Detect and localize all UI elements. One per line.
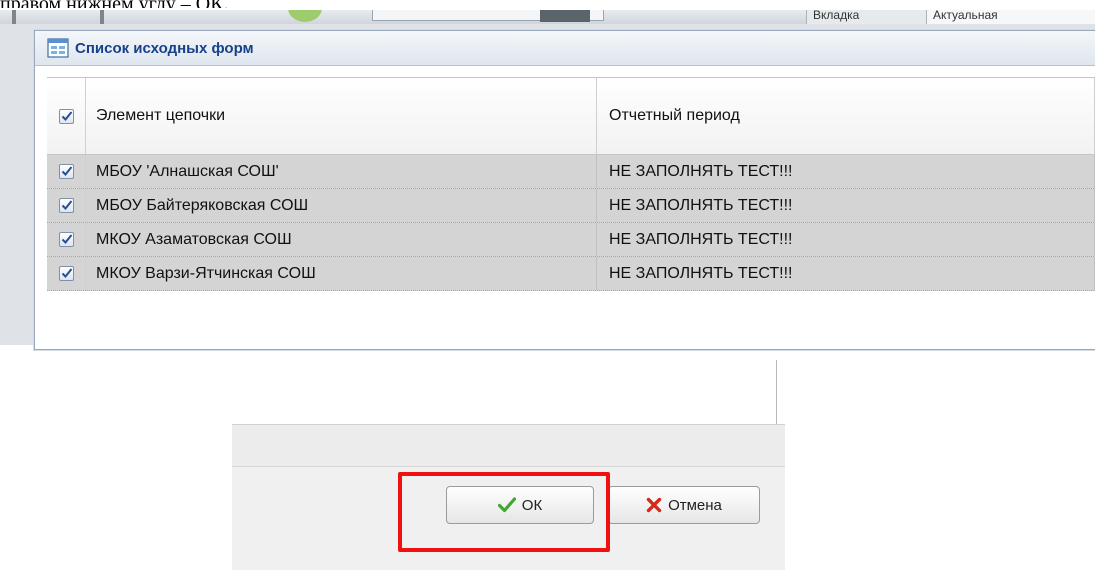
row-checkbox-cell (47, 155, 86, 188)
cell-period: НЕ ЗАПОЛНЯТЬ ТЕСТ!!! (597, 223, 1095, 256)
footer-status-bar (232, 424, 785, 467)
cell-element: МБОУ Байтеряковская СОШ (86, 189, 597, 222)
background-separator (100, 10, 104, 24)
window-grid-icon (47, 38, 69, 58)
background-separator (12, 10, 16, 24)
table-row[interactable]: МБОУ 'Алнашская СОШ' НЕ ЗАПОЛНЯТЬ ТЕСТ!!… (47, 155, 1095, 189)
dialog-title: Список исходных форм (75, 39, 254, 57)
cell-element: МБОУ 'Алнашская СОШ' (86, 155, 597, 188)
cell-element: МКОУ Варзи-Ятчинская СОШ (86, 257, 597, 290)
column-header-element[interactable]: Элемент цепочки (86, 78, 597, 154)
row-checkbox[interactable] (58, 266, 74, 281)
cell-element: МКОУ Азаматовская СОШ (86, 223, 597, 256)
check-icon (61, 268, 72, 278)
cross-icon (646, 497, 662, 513)
table-row[interactable]: МКОУ Варзи-Ятчинская СОШ НЕ ЗАПОЛНЯТЬ ТЕ… (47, 257, 1095, 291)
check-icon (61, 200, 72, 210)
background-tab[interactable]: Актуальная (926, 10, 1095, 24)
forms-grid: Элемент цепочки Отчетный период МБОУ 'Ал… (47, 77, 1095, 291)
background-scroll-handle (540, 10, 590, 22)
row-checkbox[interactable] (58, 198, 74, 213)
highlight-frame (398, 472, 610, 552)
cancel-button-label: Отмена (668, 496, 722, 514)
header-checkbox-cell (47, 78, 86, 154)
cell-period: НЕ ЗАПОЛНЯТЬ ТЕСТ!!! (597, 257, 1095, 290)
background-tab[interactable]: Вкладка (806, 10, 931, 24)
row-checkbox[interactable] (58, 164, 74, 179)
table-row[interactable]: МБОУ Байтеряковская СОШ НЕ ЗАПОЛНЯТЬ ТЕС… (47, 189, 1095, 223)
select-all-checkbox[interactable] (58, 108, 74, 124)
cancel-button[interactable]: Отмена (608, 486, 760, 524)
dialog-footer-fragment: ОК Отмена (232, 360, 785, 570)
cell-period: НЕ ЗАПОЛНЯТЬ ТЕСТ!!! (597, 189, 1095, 222)
column-header-period[interactable]: Отчетный период (597, 78, 1095, 154)
source-forms-dialog: Список исходных форм Элемент цепочки Отч… (34, 30, 1095, 350)
table-row[interactable]: МКОУ Азаматовская СОШ НЕ ЗАПОЛНЯТЬ ТЕСТ!… (47, 223, 1095, 257)
row-checkbox[interactable] (58, 232, 74, 247)
check-icon (61, 166, 72, 176)
row-checkbox-cell (47, 257, 86, 290)
cell-period: НЕ ЗАПОЛНЯТЬ ТЕСТ!!! (597, 155, 1095, 188)
row-checkbox-cell (47, 189, 86, 222)
footer-body (232, 360, 777, 424)
check-icon (61, 234, 72, 244)
grid-header: Элемент цепочки Отчетный период (47, 77, 1095, 155)
row-checkbox-cell (47, 223, 86, 256)
document-text-fragment: правом нижнем углу – ОК. (0, 0, 260, 8)
check-icon (61, 110, 72, 121)
dialog-header: Список исходных форм (35, 31, 1095, 66)
